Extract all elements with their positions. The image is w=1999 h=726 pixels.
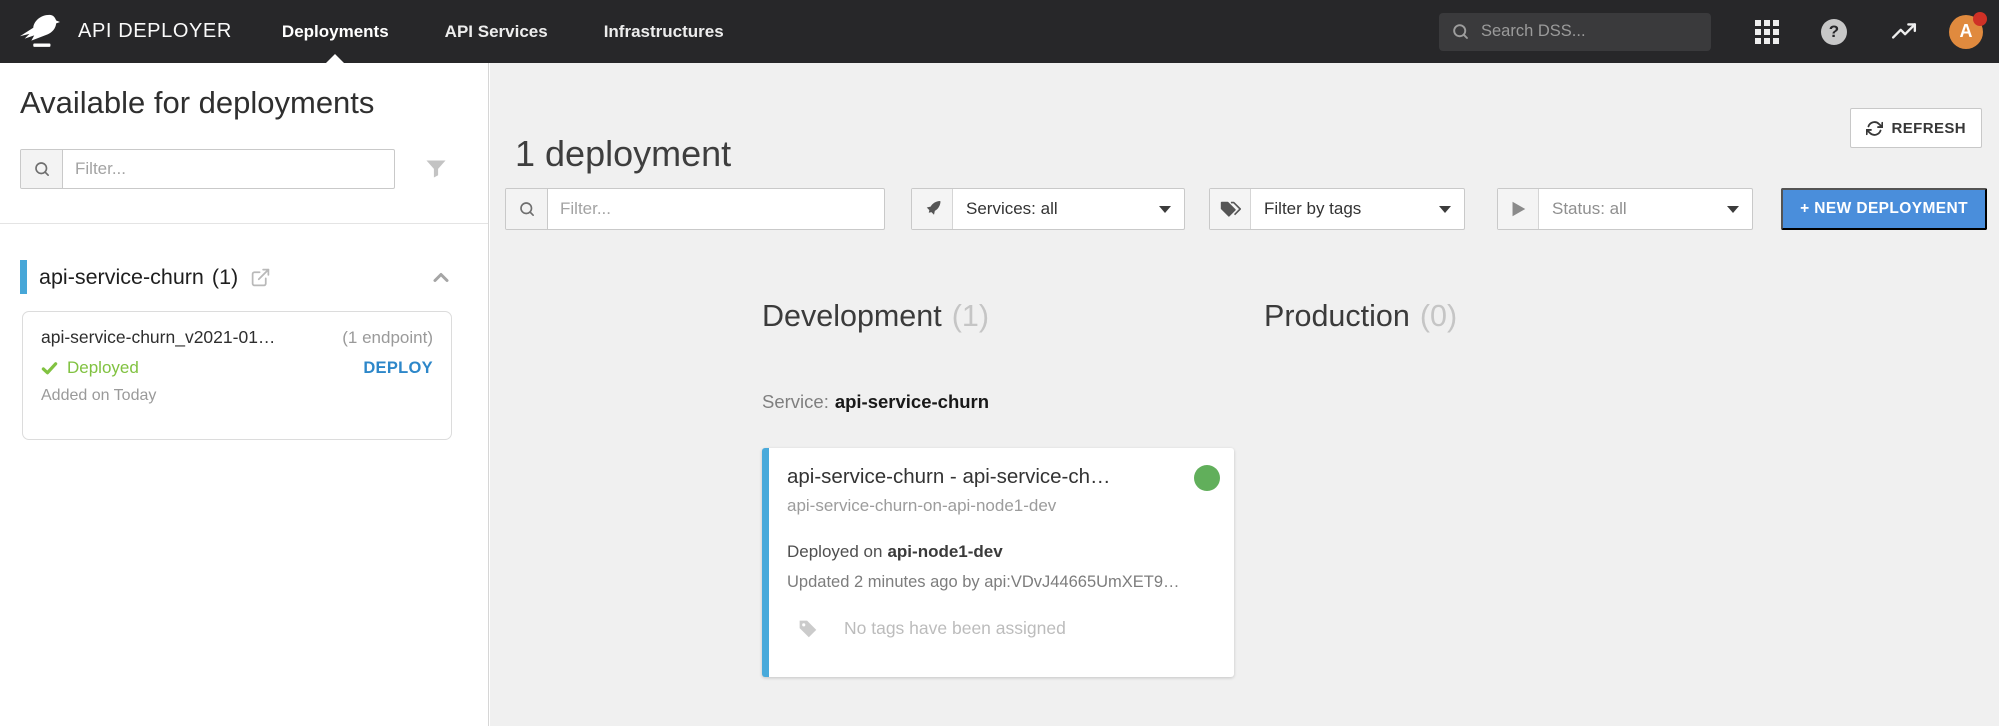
tab-deployments[interactable]: Deployments	[282, 0, 389, 63]
page-title: 1 deployment	[515, 133, 732, 174]
production-count: (0)	[1419, 299, 1458, 333]
caret-down-icon	[1439, 205, 1451, 213]
tag-icon	[797, 618, 818, 639]
package-name: api-service-churn_v2021-01…	[41, 327, 276, 347]
funnel-filter-icon[interactable]	[424, 157, 448, 181]
deployments-filter-bar: Services: all Filter by tags Status: all	[505, 188, 1987, 230]
caret-down-icon	[1159, 205, 1171, 213]
global-search[interactable]	[1439, 12, 1711, 51]
refresh-icon	[1865, 120, 1883, 137]
group-count: (1)	[211, 264, 239, 289]
no-tags-text: No tags have been assigned	[844, 618, 1066, 638]
deployments-filter-group	[505, 188, 885, 230]
new-deployment-button[interactable]: + NEW DEPLOYMENT	[1781, 188, 1987, 230]
service-group-header: api-service-churn (1)	[20, 260, 452, 294]
service-name: api-service-churn	[834, 391, 990, 412]
search-icon	[1451, 22, 1470, 41]
tags-row: No tags have been assigned	[787, 618, 1220, 639]
package-status: Deployed	[41, 358, 139, 378]
sidebar-title: Available for deployments	[20, 85, 375, 120]
deployment-card[interactable]: api-service-churn - api-service-ch… api-…	[762, 448, 1234, 677]
updated-info: Updated 2 minutes ago by api:VDvJ44665Um…	[787, 573, 1180, 591]
sidebar-available-deployments: Available for deployments api-service-ch…	[0, 63, 489, 726]
stage-columns: Development (1) Service: api-service-churn…	[762, 297, 1736, 677]
sidebar-filter-group	[20, 149, 395, 189]
play-status-icon	[1498, 189, 1539, 229]
deployment-id: api-service-churn-on-api-node1-dev	[787, 496, 1057, 515]
caret-down-icon	[1727, 205, 1739, 213]
chevron-up-icon[interactable]	[430, 266, 452, 288]
rocket-icon	[912, 189, 953, 229]
main-nav-tabs: Deployments API Services Infrastructures	[282, 0, 780, 63]
global-search-input[interactable]	[1481, 22, 1699, 41]
search-icon	[506, 189, 548, 229]
infrastructure-name: api-node1-dev	[887, 542, 1003, 561]
trending-up-icon	[1891, 22, 1917, 39]
group-accent-bar	[20, 260, 27, 294]
development-count: (1)	[951, 299, 989, 333]
dataiku-bird-logo-icon[interactable]	[18, 12, 60, 52]
deployment-title[interactable]: api-service-churn - api-service-ch…	[787, 464, 1182, 490]
development-column-header: Development (1)	[762, 299, 989, 333]
tags-filter-dropdown[interactable]: Filter by tags	[1209, 188, 1465, 230]
monitoring-button[interactable]	[1891, 19, 1917, 45]
sidebar-divider	[0, 223, 488, 224]
package-card: api-service-churn_v2021-01… (1 endpoint)…	[22, 311, 452, 440]
apps-grid-button[interactable]	[1755, 19, 1779, 44]
top-navbar: API DEPLOYER Deployments API Services In…	[0, 0, 1999, 63]
external-link-icon[interactable]	[250, 267, 271, 288]
deployed-on-line: Deployed on api-node1-dev	[787, 542, 1003, 561]
user-avatar[interactable]: A	[1949, 11, 1987, 49]
group-name[interactable]: api-service-churn	[39, 265, 204, 290]
grid-icon	[1755, 19, 1779, 44]
tab-api-services[interactable]: API Services	[445, 0, 548, 63]
package-endpoints: (1 endpoint)	[342, 328, 433, 347]
sidebar-filter-input[interactable]	[63, 150, 394, 188]
search-icon	[21, 150, 63, 188]
production-column-header: Production (0)	[1264, 299, 1458, 333]
deployments-main-panel: 1 deployment REFRESH Filter... Services:…	[490, 63, 1999, 726]
development-column: Development (1) Service: api-service-churn…	[762, 297, 1234, 677]
service-line: Service: api-service-churn	[762, 389, 1234, 414]
status-healthy-dot	[1194, 465, 1220, 491]
tags-icon	[1210, 189, 1251, 229]
notification-badge	[1973, 11, 1987, 26]
package-added-date: Added on Today	[41, 387, 157, 404]
status-filter-dropdown[interactable]: Status: all	[1497, 188, 1753, 230]
help-icon[interactable]: ?	[1821, 18, 1847, 45]
service-label: Service:	[762, 391, 829, 412]
refresh-button[interactable]: REFRESH	[1849, 108, 1982, 148]
deploy-link[interactable]: DEPLOY	[363, 359, 433, 378]
check-icon	[41, 360, 58, 377]
services-filter-dropdown[interactable]: Services: all	[911, 188, 1185, 230]
tab-infrastructures[interactable]: Infrastructures	[604, 0, 724, 63]
deployments-filter-input[interactable]	[548, 189, 884, 229]
production-column: Production (0)	[1264, 297, 1736, 677]
app-title[interactable]: API DEPLOYER	[78, 20, 232, 43]
